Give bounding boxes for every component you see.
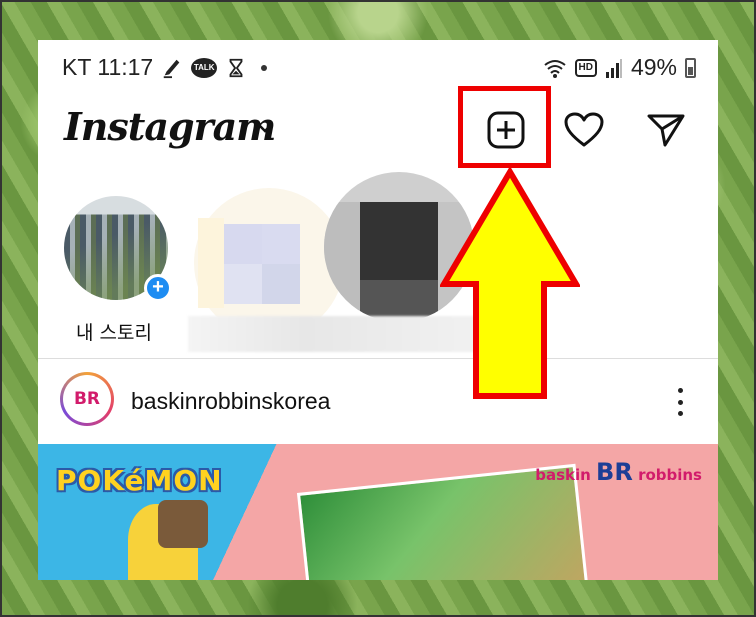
brand-mark: BR bbox=[596, 458, 633, 486]
status-bar: KT 11:17 TALK HD 49% bbox=[38, 40, 718, 92]
baskin-robbins-brand: baskin BR robbins bbox=[535, 458, 702, 486]
battery-percent: 49% bbox=[630, 54, 677, 80]
hd-voice-icon: HD bbox=[574, 58, 597, 77]
notification-dot-icon bbox=[261, 64, 268, 71]
avatar-inner: BR bbox=[63, 375, 111, 423]
yellow-arrow-icon bbox=[440, 168, 580, 399]
activity-button[interactable] bbox=[562, 108, 606, 152]
brand-left: baskin bbox=[535, 466, 591, 484]
puzzle-piece bbox=[158, 500, 208, 548]
post-avatar[interactable]: BR bbox=[60, 372, 114, 426]
brand-right: robbins bbox=[638, 466, 702, 484]
instagram-header: Instagram bbox=[38, 100, 718, 164]
signal-icon bbox=[605, 58, 622, 78]
my-story-label: 내 스토리 bbox=[76, 322, 152, 344]
pen-icon bbox=[163, 59, 180, 78]
chevron-down-icon[interactable] bbox=[256, 122, 274, 134]
post-header: BR baskinrobbinskorea bbox=[38, 362, 718, 438]
carrier-time: KT 11:17 bbox=[62, 54, 154, 80]
add-story-icon[interactable]: + bbox=[144, 274, 172, 302]
post-username[interactable]: baskinrobbinskorea bbox=[131, 388, 330, 415]
post-image[interactable]: POKéMON baskin BR robbins bbox=[38, 444, 718, 580]
story-label-blurred bbox=[188, 316, 478, 352]
baskin-robbins-logo: BR bbox=[73, 389, 101, 409]
hourglass-icon bbox=[229, 58, 243, 77]
status-left: KT 11:17 TALK bbox=[62, 54, 268, 81]
highlight-box bbox=[458, 86, 551, 168]
instagram-logo[interactable]: Instagram bbox=[64, 104, 276, 149]
more-options-icon[interactable] bbox=[674, 388, 686, 416]
direct-messages-button[interactable] bbox=[644, 108, 688, 152]
kakaotalk-icon: TALK bbox=[191, 57, 218, 78]
battery-icon bbox=[685, 57, 696, 78]
pokemon-logo-text: POKéMON bbox=[56, 464, 223, 497]
wifi-icon bbox=[543, 59, 566, 78]
heart-icon bbox=[564, 112, 604, 147]
stories-tray: + 내 스토리 bbox=[38, 172, 718, 356]
divider bbox=[38, 358, 718, 359]
phone-screen: KT 11:17 TALK HD 49% Instagram + 내 스토리 B… bbox=[38, 40, 718, 580]
send-icon bbox=[647, 114, 685, 147]
status-right: HD 49% bbox=[543, 54, 696, 81]
